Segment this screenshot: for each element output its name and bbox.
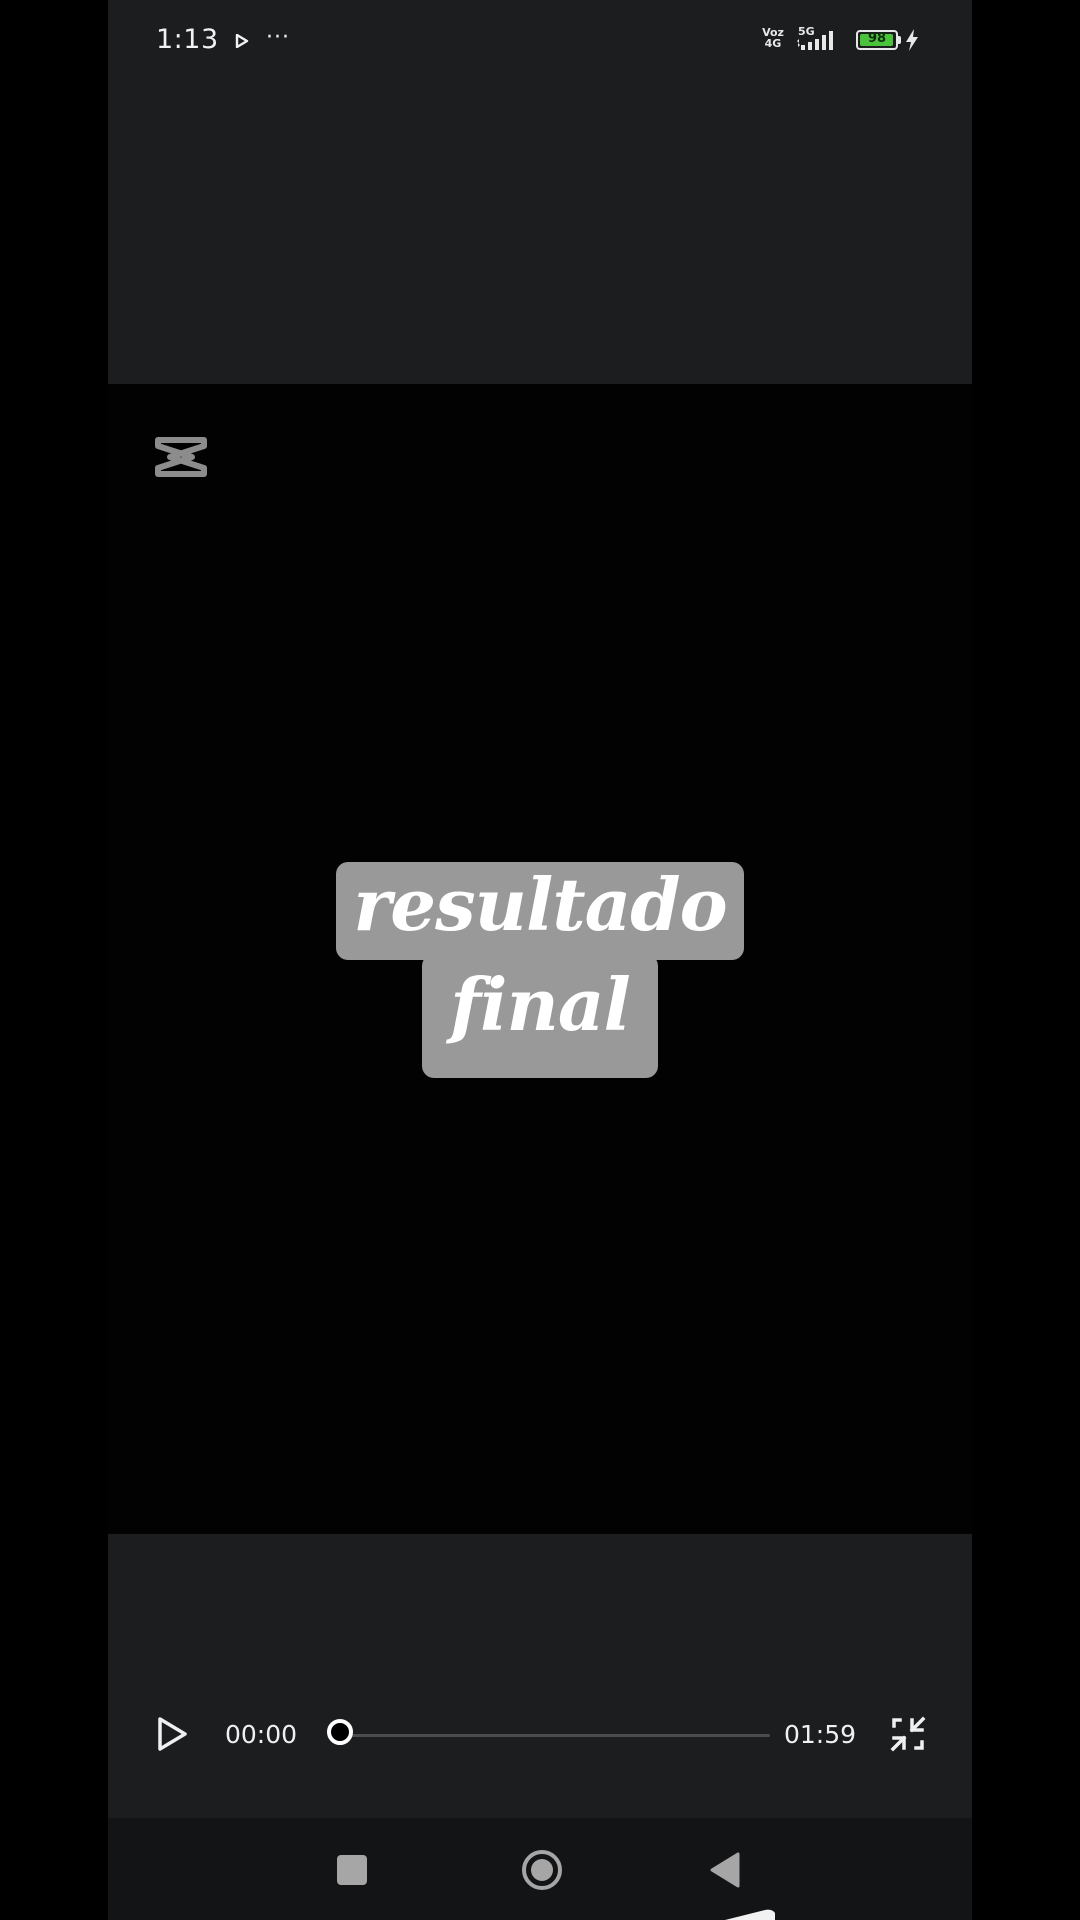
play-icon[interactable]: [154, 1714, 190, 1754]
more-dots-icon: ···: [266, 25, 290, 50]
phone-screen: 1:13 ··· Voz 4G 5G 98 resultado final 00…: [108, 0, 972, 1920]
current-time: 00:00: [225, 1720, 298, 1749]
media-play-icon: [235, 34, 249, 48]
progress-bar[interactable]: [327, 1719, 770, 1745]
battery-level-text: 98: [867, 31, 887, 46]
video-caption: resultado final: [108, 862, 972, 1092]
signal-icon: [797, 31, 833, 50]
home-circle-icon[interactable]: [521, 1849, 563, 1891]
progress-thumb[interactable]: [327, 1719, 353, 1745]
recents-square-icon[interactable]: [337, 1855, 367, 1885]
charging-icon: [906, 29, 918, 51]
status-clock: 1:13: [156, 24, 219, 55]
video-player-surface[interactable]: resultado final: [108, 384, 972, 1534]
capcut-logo-icon: [155, 437, 207, 477]
gesture-handle: [725, 1909, 775, 1920]
battery-icon: 98: [856, 30, 898, 50]
status-bar: 1:13 ··· Voz 4G 5G 98: [108, 0, 972, 80]
total-duration: 01:59: [784, 1720, 857, 1749]
battery-tip: [898, 36, 901, 44]
navigation-bar: [108, 1818, 972, 1920]
caption-line-1: resultado: [353, 862, 727, 947]
playback-controls: 00:00 01:59: [108, 1700, 972, 1770]
caption-line-2: final: [450, 962, 631, 1047]
back-triangle-icon[interactable]: [710, 1852, 740, 1888]
volte-label: Voz 4G: [762, 26, 784, 50]
exit-fullscreen-icon[interactable]: [890, 1716, 926, 1752]
